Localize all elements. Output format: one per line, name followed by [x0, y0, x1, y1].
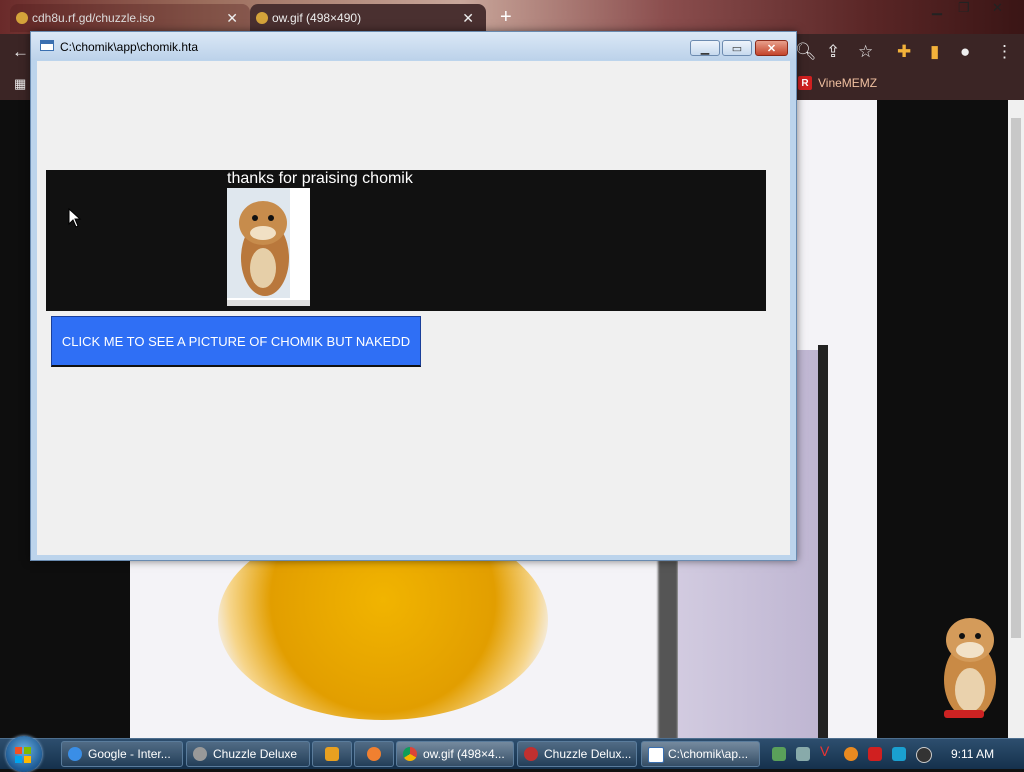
chomik-picture	[227, 188, 310, 306]
tray-v-icon[interactable]: V	[820, 743, 834, 759]
media-player-icon	[325, 747, 339, 761]
taskbar-item-label: C:\chomik\ap...	[668, 747, 749, 761]
browser-tab-strip: cdh8u.rf.gd/chuzzle.iso ✕ ow.gif (498×49…	[0, 0, 1024, 34]
profile-avatar-icon[interactable]: ●	[960, 42, 970, 62]
windows-logo-icon	[15, 756, 22, 763]
hta-content: thanks for praising chomik CLICK ME TO S…	[37, 61, 790, 555]
menu-kebab-icon[interactable]: ⋮	[996, 42, 1013, 62]
taskbar-clock[interactable]: 9:11 AM	[951, 747, 994, 761]
tray-volume-icon[interactable]	[796, 747, 810, 761]
close-icon: ✕	[766, 42, 777, 55]
browser-tab-chuzzle[interactable]: cdh8u.rf.gd/chuzzle.iso ✕	[10, 4, 250, 32]
vine-logo-icon: R	[798, 76, 812, 90]
apps-icon[interactable]: ▦	[14, 76, 26, 92]
hamster-mascot-icon	[944, 618, 996, 718]
maximize-icon[interactable]: ❐	[958, 0, 970, 16]
dark-edge-shape	[818, 345, 828, 740]
chuzzle-icon	[524, 747, 538, 761]
maximize-icon: ▭	[731, 42, 743, 55]
windows-logo-icon	[15, 747, 22, 754]
minimize-button[interactable]: ▁	[690, 40, 720, 56]
share-icon[interactable]: ⇪	[826, 42, 840, 62]
taskbar-item-chuzzle2[interactable]: Chuzzle Delux...	[517, 741, 637, 767]
bookmark-star-icon[interactable]: ☆	[858, 42, 873, 62]
thanks-banner: thanks for praising chomik	[46, 170, 766, 311]
window-app-icon	[40, 40, 54, 51]
taskbar-item-label: Chuzzle Delux...	[544, 747, 632, 761]
start-button[interactable]	[6, 736, 42, 772]
page-scrollbar[interactable]	[1008, 100, 1024, 740]
back-arrow-icon[interactable]: ←	[12, 42, 29, 62]
close-tab-icon[interactable]: ✕	[226, 10, 238, 27]
mouse-cursor-icon	[68, 208, 82, 228]
taskbar-item-app[interactable]	[354, 741, 394, 767]
tray-flag-icon[interactable]	[868, 747, 882, 761]
bookmark-vinememz[interactable]: R VineMEMZ	[798, 76, 877, 90]
hamster-picture-icon	[227, 201, 310, 306]
windows-logo-icon	[24, 747, 31, 754]
scrollbar-thumb[interactable]	[1011, 118, 1021, 638]
zoom-icon[interactable]: 🔍︎	[795, 42, 817, 62]
tray-network-icon[interactable]	[772, 747, 786, 761]
chuzzle-icon	[193, 747, 207, 761]
minimize-icon: ▁	[700, 42, 710, 55]
thanks-text: thanks for praising chomik	[227, 170, 413, 187]
close-tab-icon[interactable]: ✕	[462, 10, 474, 27]
extensions-icon[interactable]: ✚	[897, 42, 911, 62]
windows-logo-icon	[24, 756, 31, 763]
maximize-button[interactable]: ▭	[722, 40, 752, 56]
hta-window-icon	[648, 747, 664, 763]
hta-window: C:\chomik\app\chomik.hta ▁ ▭ ✕ thanks fo…	[30, 31, 797, 561]
taskbar-item-label: Google - Inter...	[88, 747, 171, 761]
taskbar-item-chuzzle[interactable]: Chuzzle Deluxe	[186, 741, 310, 767]
tray-search-icon[interactable]	[844, 747, 858, 761]
dark-bar-shape	[658, 560, 678, 740]
app-icon	[367, 747, 381, 761]
window-title: C:\chomik\app\chomik.hta	[60, 40, 199, 54]
close-button[interactable]: ✕	[755, 40, 788, 56]
see-naked-chomik-button[interactable]: CLICK ME TO SEE A PICTURE OF CHOMIK BUT …	[51, 316, 421, 367]
taskbar-item-chrome[interactable]: ow.gif (498×4...	[396, 741, 514, 767]
taskbar-item-label: ow.gif (498×4...	[423, 747, 505, 761]
taskbar-item-label: Chuzzle Deluxe	[213, 747, 298, 761]
ie-icon	[68, 747, 82, 761]
browser-tab-owgif[interactable]: ow.gif (498×490) ✕	[250, 4, 486, 32]
tray-power-icon[interactable]	[916, 747, 932, 763]
tab-label: ow.gif (498×490)	[272, 11, 362, 25]
sidepanel-icon[interactable]: ▮	[930, 42, 939, 62]
tab-favicon	[16, 12, 28, 24]
chrome-icon	[403, 747, 417, 761]
taskbar-item-hta[interactable]: C:\chomik\ap...	[641, 741, 760, 767]
tray-display-icon[interactable]	[892, 747, 906, 761]
taskbar-item-ie[interactable]: Google - Inter...	[61, 741, 183, 767]
new-tab-icon[interactable]: +	[500, 6, 512, 29]
tab-favicon	[256, 12, 268, 24]
bookmark-label: VineMEMZ	[818, 76, 878, 90]
hta-titlebar[interactable]: C:\chomik\app\chomik.hta ▁ ▭ ✕	[31, 32, 796, 60]
minimize-icon[interactable]: ▁	[932, 0, 942, 16]
tab-label: cdh8u.rf.gd/chuzzle.iso	[32, 11, 155, 25]
taskbar-item-mediaplayer[interactable]	[312, 741, 352, 767]
close-icon[interactable]: ✕	[992, 0, 1003, 16]
windows-taskbar: Google - Inter... Chuzzle Deluxe ow.gif …	[0, 736, 1024, 772]
